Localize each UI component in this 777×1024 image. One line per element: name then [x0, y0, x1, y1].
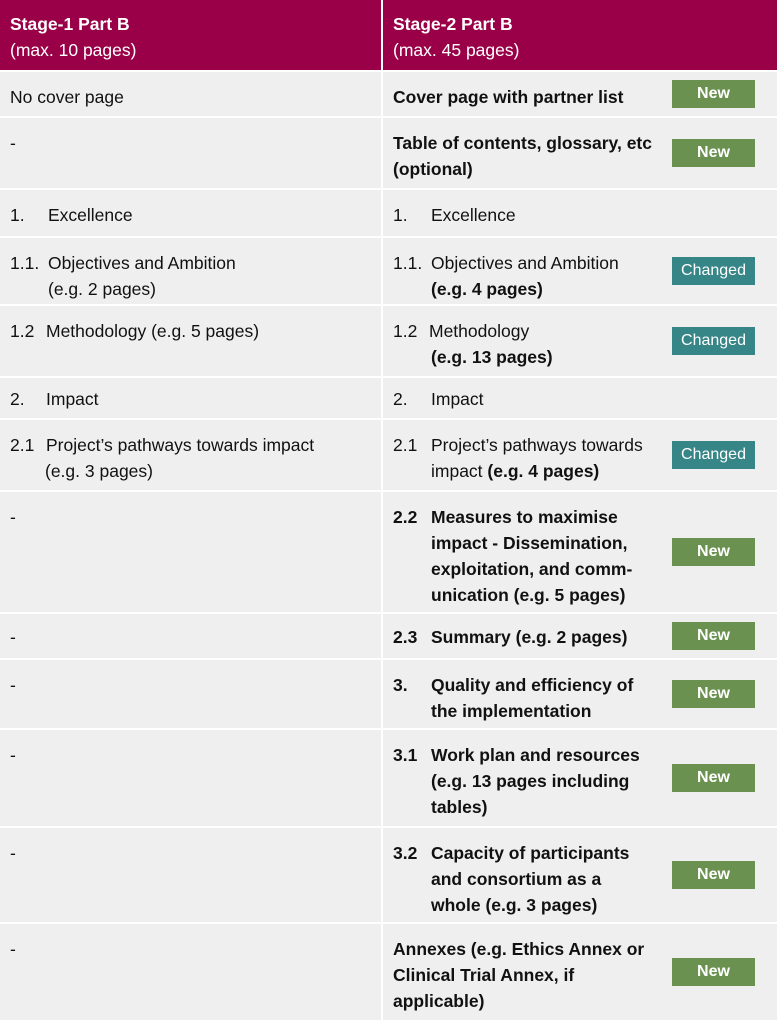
- section-number: 1.1.: [10, 253, 40, 273]
- table-row: - Annexes (e.g. Ethics Annex or Clinical…: [0, 924, 777, 1020]
- table-row: - 3.2 Capacity of participants and consor…: [0, 828, 777, 922]
- new-badge: New: [672, 622, 755, 650]
- table-row: - 3.1 Work plan and resources (e.g. 13 pa…: [0, 730, 777, 826]
- stage1-text: -: [10, 507, 16, 527]
- stage2-text: Work plan and resources (e.g. 13 pages i…: [431, 745, 640, 817]
- stage2-text: Summary (e.g. 2 pages): [431, 627, 628, 647]
- section-number: 2.1: [10, 435, 35, 455]
- new-badge: New: [672, 139, 755, 167]
- stage1-cell: 1.2 Methodology (e.g. 5 pages): [0, 306, 381, 376]
- stage2-text: Quality and efficiency of the implementa…: [431, 675, 634, 721]
- stage2-cell: 3. Quality and efficiency of the implemen…: [383, 660, 777, 728]
- stage2-text: Impact: [431, 389, 484, 409]
- table-row: No cover page Cover page with partner li…: [0, 72, 777, 116]
- header-stage2-title: Stage-2 Part B: [393, 14, 513, 34]
- stage2-cell: Annexes (e.g. Ethics Annex or Clinical T…: [383, 924, 777, 1020]
- table-row: 1.1. Objectives and Ambition (e.g. 2 pages…: [0, 238, 777, 304]
- stage1-text: Objectives and Ambition: [48, 253, 236, 273]
- stage1-cell: 1.1. Objectives and Ambition (e.g. 2 pages…: [0, 238, 381, 304]
- stage2-text: Objectives and Ambition: [431, 253, 619, 273]
- header-stage2-subtitle: (max. 45 pages): [393, 40, 520, 60]
- stage1-pages: (e.g. 3 pages): [45, 461, 153, 481]
- new-badge: New: [672, 680, 755, 708]
- stage1-text: -: [10, 939, 16, 959]
- header-stage1-subtitle: (max. 10 pages): [10, 40, 137, 60]
- section-number: 1.2: [393, 321, 418, 341]
- stage1-text: No cover page: [10, 87, 124, 107]
- stage2-cell: Cover page with partner list New: [383, 72, 777, 116]
- stage2-cell: 3.1 Work plan and resources (e.g. 13 page…: [383, 730, 777, 826]
- stage2-text: Excellence: [431, 205, 516, 225]
- stage1-cell: -: [0, 492, 381, 612]
- stage1-pages: (e.g. 2 pages): [48, 279, 156, 299]
- stage1-cell: 2.1 Project’s pathways towards impact (e.g…: [0, 420, 381, 490]
- stage2-cell: 1.1. Objectives and Ambition (e.g. 4 pages…: [383, 238, 777, 304]
- stage2-cell: 2.3 Summary (e.g. 2 pages) New: [383, 614, 777, 658]
- stage2-pages: (e.g. 4 pages): [487, 461, 600, 481]
- stage2-text: Measures to maximise impact - Disseminat…: [431, 507, 633, 605]
- stage2-text: Capacity of participants and consortium …: [431, 843, 630, 915]
- header-stage1: Stage-1 Part B (max. 10 pages): [0, 0, 381, 70]
- stage1-cell: -: [0, 730, 381, 826]
- stage1-text: Impact: [46, 389, 99, 409]
- stage2-text: Methodology: [429, 321, 530, 341]
- header-stage2: Stage-2 Part B (max. 45 pages): [383, 0, 777, 70]
- table-row: - 3. Quality and efficiency of the implem…: [0, 660, 777, 728]
- changed-badge: Changed: [672, 327, 755, 355]
- stage1-text: -: [10, 745, 16, 765]
- stage1-cell: No cover page: [0, 72, 381, 116]
- stage1-text: -: [10, 843, 16, 863]
- section-number: 3.1: [393, 745, 418, 765]
- stage2-cell: 2.1 Project’s pathways towards impact (e.…: [383, 420, 777, 490]
- section-number: 2.2: [393, 507, 418, 527]
- stage2-cell: 2. Impact: [383, 378, 777, 418]
- stage1-cell: 2. Impact: [0, 378, 381, 418]
- stage1-cell: -: [0, 118, 381, 188]
- table-row: - 2.2 Measures to maximise impact - Disse…: [0, 492, 777, 612]
- table-row: 1.2 Methodology (e.g. 5 pages) 1.2 Methodo…: [0, 306, 777, 376]
- section-number: 3.: [393, 675, 408, 695]
- table-row: - 2.3 Summary (e.g. 2 pages) New: [0, 614, 777, 658]
- stage1-cell: -: [0, 660, 381, 728]
- stage2-cell: 3.2 Capacity of participants and consorti…: [383, 828, 777, 922]
- stage1-text: Methodology (e.g. 5 pages): [46, 321, 260, 341]
- table-header: Stage-1 Part B (max. 10 pages) Stage-2 P…: [0, 0, 777, 70]
- changed-badge: Changed: [672, 441, 755, 469]
- new-badge: New: [672, 958, 755, 986]
- header-stage1-title: Stage-1 Part B: [10, 14, 130, 34]
- section-number: 1.1.: [393, 253, 423, 273]
- table-row: - Table of contents, glossary, etc (opti…: [0, 118, 777, 188]
- section-number: 2.: [393, 389, 408, 409]
- section-number: 1.: [10, 205, 25, 225]
- stage1-text: Excellence: [48, 205, 133, 225]
- stage1-text: -: [10, 675, 16, 695]
- stage1-cell: 1. Excellence: [0, 190, 381, 236]
- section-number: 1.2: [10, 321, 35, 341]
- stage1-cell: -: [0, 614, 381, 658]
- table-row: 2. Impact 2. Impact: [0, 378, 777, 418]
- stage1-text: -: [10, 133, 16, 153]
- table-row: 2.1 Project’s pathways towards impact (e.g…: [0, 420, 777, 490]
- table-row: 1. Excellence 1. Excellence: [0, 190, 777, 236]
- section-number: 3.2: [393, 843, 418, 863]
- stage1-text: -: [10, 627, 16, 647]
- new-badge: New: [672, 764, 755, 792]
- stage2-cell: 2.2 Measures to maximise impact - Dissemi…: [383, 492, 777, 612]
- section-number: 2.: [10, 389, 25, 409]
- stage2-text: Cover page with partner list: [393, 87, 624, 107]
- stage2-cell: 1. Excellence: [383, 190, 777, 236]
- stage1-cell: -: [0, 924, 381, 1020]
- section-number: 2.3: [393, 627, 418, 647]
- stage2-cell: Table of contents, glossary, etc (option…: [383, 118, 777, 188]
- section-number: 1.: [393, 205, 408, 225]
- changed-badge: Changed: [672, 257, 755, 285]
- section-number: 2.1: [393, 435, 418, 455]
- stage1-cell: -: [0, 828, 381, 922]
- new-badge: New: [672, 861, 755, 889]
- new-badge: New: [672, 538, 755, 566]
- comparison-table: Stage-1 Part B (max. 10 pages) Stage-2 P…: [0, 0, 777, 1020]
- stage2-cell: 1.2 Methodology (e.g. 13 pages) Changed: [383, 306, 777, 376]
- stage1-text: Project’s pathways towards impact: [46, 435, 315, 455]
- new-badge: New: [672, 80, 755, 108]
